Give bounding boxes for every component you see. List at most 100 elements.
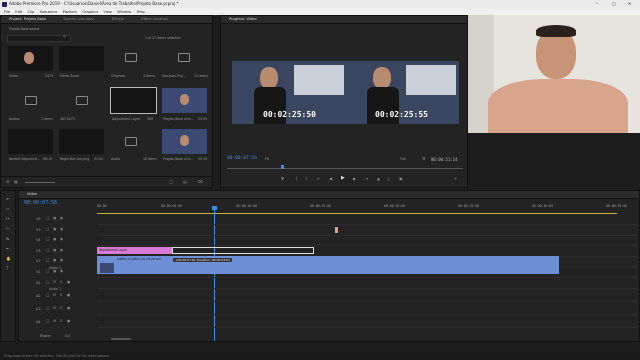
- timeline-timecode[interactable]: 00:00:07:56: [24, 200, 57, 206]
- lock-icon[interactable]: □: [46, 227, 49, 231]
- sync-icon[interactable]: ▣: [53, 216, 56, 220]
- solo-icon[interactable]: S: [60, 306, 62, 310]
- marker-icon[interactable]: ▼: [281, 176, 284, 181]
- type-tool-icon[interactable]: T: [6, 266, 8, 271]
- mic-icon[interactable]: ●: [67, 306, 70, 310]
- project-item-projeto-base[interactable]: [162, 88, 207, 113]
- track-lane[interactable]: [97, 327, 637, 328]
- go-to-out-icon[interactable]: ⇥: [365, 176, 368, 181]
- project-item-adjustment-layer[interactable]: [110, 87, 157, 114]
- lock-icon[interactable]: □: [46, 319, 49, 323]
- track-lane[interactable]: [97, 224, 637, 225]
- selection-tool-icon[interactable]: ➤: [6, 196, 9, 201]
- mark-in-icon[interactable]: {: [295, 176, 298, 181]
- eye-icon[interactable]: ◉: [60, 258, 63, 262]
- track-lane[interactable]: [97, 276, 637, 278]
- lock-icon[interactable]: □: [46, 258, 49, 262]
- close-icon[interactable]: ✕: [628, 1, 631, 6]
- video-track-header[interactable]: V5 □ ▣ ◉: [22, 226, 94, 235]
- solo-icon[interactable]: S: [60, 280, 62, 284]
- hand-tool-icon[interactable]: ✋: [6, 256, 11, 261]
- add-button-icon[interactable]: +: [454, 176, 457, 181]
- project-item-nested-sequence[interactable]: [8, 129, 53, 154]
- tab-project[interactable]: Project: Projeto Base: [1, 16, 54, 23]
- maximize-icon[interactable]: □: [612, 1, 616, 6]
- sync-icon[interactable]: ▣: [53, 248, 56, 252]
- lock-icon[interactable]: □: [46, 306, 49, 310]
- folder-icon[interactable]: [125, 137, 137, 146]
- program-scrubber[interactable]: [227, 168, 463, 169]
- wrench-icon[interactable]: ⚒: [422, 156, 426, 161]
- project-item-video[interactable]: [8, 46, 53, 71]
- track-lane[interactable]: [97, 288, 637, 289]
- tab-source[interactable]: Source: (no clips): [55, 16, 102, 23]
- playhead-marker[interactable]: [281, 165, 284, 169]
- icon-view-icon[interactable]: ▦: [14, 179, 18, 184]
- mute-icon[interactable]: M: [53, 319, 56, 323]
- playhead-handle[interactable]: [212, 206, 217, 210]
- lock-icon[interactable]: □: [46, 216, 49, 220]
- list-view-icon[interactable]: ☰: [6, 179, 10, 184]
- tab-program[interactable]: Program: Video: [221, 16, 265, 23]
- mute-icon[interactable]: M: [53, 306, 56, 310]
- new-bin-icon[interactable]: □: [169, 179, 173, 184]
- video-track-header[interactable]: V2 □ ▣ ◉: [22, 257, 94, 266]
- folder-icon[interactable]: [76, 96, 88, 105]
- ripple-edit-tool-icon[interactable]: ↔: [6, 216, 9, 221]
- go-to-in-icon[interactable]: ⇤: [317, 176, 320, 181]
- tab-effect-controls[interactable]: Effect Controls: [133, 16, 175, 23]
- track-lane[interactable]: [97, 234, 637, 236]
- timeline-scrollbar[interactable]: [111, 338, 131, 340]
- video-track-header[interactable]: V4 □ ▣ ◉: [22, 236, 94, 245]
- new-item-icon[interactable]: ▤: [183, 179, 187, 184]
- eye-icon[interactable]: ◉: [60, 227, 63, 231]
- project-item-regin-bas[interactable]: [59, 129, 104, 154]
- folder-icon[interactable]: [178, 53, 190, 62]
- mark-out-icon[interactable]: }: [305, 176, 308, 181]
- audio-track-header[interactable]: A2 □ M S ●: [22, 292, 94, 301]
- lock-icon[interactable]: □: [46, 280, 49, 284]
- eye-icon[interactable]: ◉: [60, 237, 63, 241]
- trash-icon[interactable]: ⌫: [197, 179, 203, 184]
- solo-icon[interactable]: S: [60, 293, 62, 297]
- folder-icon[interactable]: [25, 96, 37, 105]
- track-lane[interactable]: [97, 245, 637, 246]
- time-ruler[interactable]: 00:00 00:00:05:00 00:00:10:00 00:00:15:0…: [97, 201, 637, 211]
- step-back-icon[interactable]: ◀: [329, 176, 332, 181]
- sync-icon[interactable]: ▣: [53, 258, 56, 262]
- play-icon[interactable]: ▶: [341, 175, 345, 181]
- video-track-header[interactable]: V6 □ ▣ ◉: [22, 215, 94, 224]
- resolution-select[interactable]: Full: [400, 157, 406, 161]
- sync-icon[interactable]: ▣: [53, 237, 56, 241]
- lock-icon[interactable]: □: [46, 293, 49, 297]
- slip-tool-icon[interactable]: ↹: [6, 236, 9, 241]
- track-lane[interactable]: [97, 301, 637, 302]
- zoom-select[interactable]: Fit: [265, 157, 269, 161]
- adjustment-layer-clip-selected[interactable]: [172, 247, 314, 254]
- eye-icon[interactable]: ◉: [60, 216, 63, 220]
- pen-tool-icon[interactable]: ✒: [6, 246, 9, 251]
- step-forward-icon[interactable]: ▶: [353, 176, 356, 181]
- zoom-slider[interactable]: [25, 182, 55, 183]
- mic-icon[interactable]: ●: [67, 319, 70, 323]
- program-current-timecode[interactable]: 00:00:07:56: [227, 156, 257, 161]
- mic-icon[interactable]: ●: [67, 293, 70, 297]
- extract-icon[interactable]: △: [387, 176, 390, 181]
- eye-icon[interactable]: ◉: [60, 248, 63, 252]
- work-area-bar[interactable]: [97, 213, 617, 214]
- project-item-efeito-sonor[interactable]: [59, 46, 104, 71]
- sync-icon[interactable]: ▣: [53, 227, 56, 231]
- audio-track-header[interactable]: A4 □ M S ●: [22, 318, 94, 327]
- lock-icon[interactable]: □: [46, 248, 49, 252]
- audio-track-header[interactable]: A3 □ M S ●: [22, 305, 94, 314]
- tab-effects[interactable]: Effects: [104, 16, 132, 23]
- project-item-projeto-base-2[interactable]: [162, 129, 207, 154]
- track-select-tool-icon[interactable]: ⇨: [6, 206, 9, 211]
- lock-icon[interactable]: □: [46, 237, 49, 241]
- project-search-input[interactable]: [7, 35, 71, 42]
- solo-icon[interactable]: S: [60, 319, 62, 323]
- tab-sequence[interactable]: Video: [19, 191, 45, 198]
- export-frame-icon[interactable]: ▣: [399, 176, 403, 181]
- video-track-header[interactable]: V3 □ ▣ ◉: [22, 247, 94, 256]
- track-lane[interactable]: [97, 314, 637, 315]
